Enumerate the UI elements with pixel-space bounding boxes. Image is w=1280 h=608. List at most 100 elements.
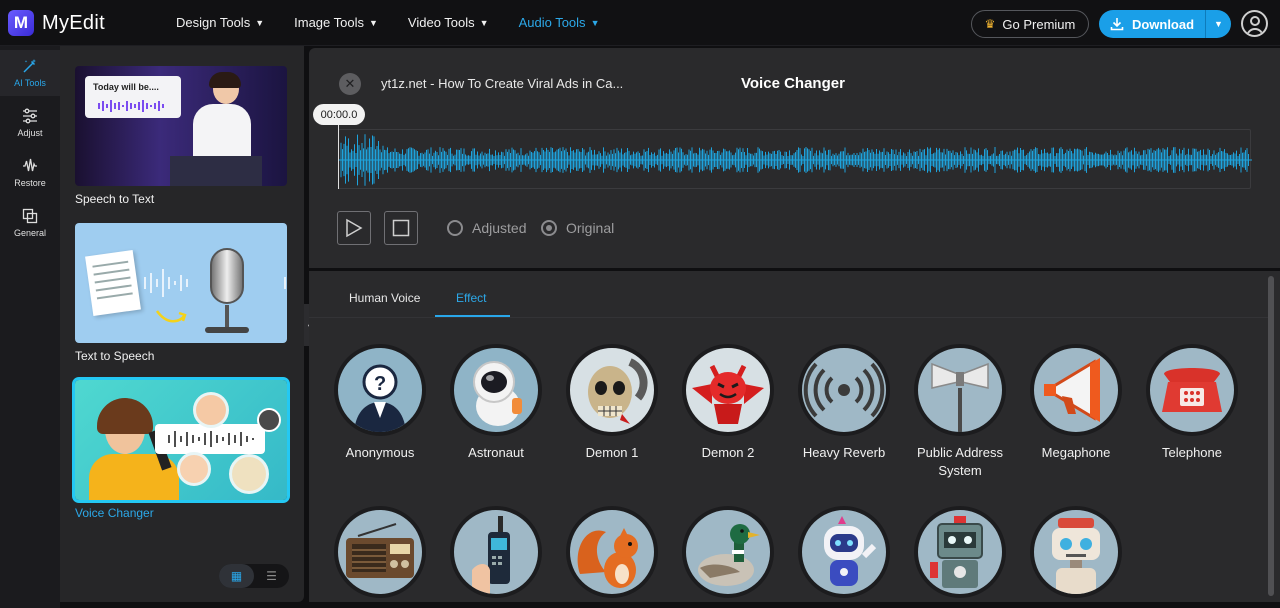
effect-label: Demon 2 (701, 445, 755, 460)
thumb-voice-icon (257, 408, 281, 432)
effect-walkie-talkie[interactable] (441, 506, 551, 606)
radio-icon (334, 506, 426, 598)
effect-label: Public Address System (917, 445, 1003, 478)
radio-original[interactable]: Original (541, 220, 614, 236)
close-icon: ✕ (344, 76, 356, 91)
nav-label: Image Tools (294, 15, 364, 30)
red-devil-icon (682, 344, 774, 436)
close-file-button[interactable]: ✕ (339, 73, 361, 95)
tool-card-speech-to-text[interactable]: Today will be.... Speech to Text (75, 66, 287, 206)
thumb-avatar-3 (229, 454, 269, 494)
effect-squirrel[interactable] (557, 506, 667, 606)
file-name: yt1z.net - How To Create Viral Ads in Ca… (381, 76, 624, 91)
app-logo[interactable]: M MyEdit (8, 10, 105, 36)
chevron-down-icon: ▼ (255, 17, 265, 28)
app-name: MyEdit (42, 11, 105, 34)
play-button[interactable] (337, 211, 371, 245)
rail-label: Restore (14, 178, 46, 188)
skull-icon (566, 344, 658, 436)
tool-category-rail: AI Tools Adjust Restore General (0, 46, 60, 608)
effect-megaphone[interactable]: Megaphone (1021, 344, 1131, 462)
play-icon (346, 218, 363, 238)
grid-view-button[interactable]: ▦ (219, 564, 254, 588)
thumb-wave-card (155, 424, 265, 454)
robot-2-icon (914, 506, 1006, 598)
nav-design-tools[interactable]: Design Tools ▼ (176, 15, 264, 30)
tabs-divider (309, 317, 1272, 318)
nav-label: Design Tools (176, 15, 251, 30)
playhead-line[interactable] (338, 125, 339, 189)
effect-radio[interactable] (325, 506, 435, 606)
effect-astronaut[interactable]: Astronaut (441, 344, 551, 462)
radio-adjusted[interactable]: Adjusted (447, 220, 526, 236)
thumb-mic-base (205, 327, 249, 333)
thumb-avatar-1 (193, 392, 229, 428)
nav-audio-tools[interactable]: Audio Tools ▼ (519, 15, 600, 30)
waveform-track[interactable] (338, 129, 1252, 189)
nav-video-tools[interactable]: Video Tools ▼ (408, 15, 489, 30)
view-mode-toggle: ▦ ☰ (219, 564, 289, 588)
rail-item-general[interactable]: General (0, 200, 60, 246)
nav-label: Audio Tools (518, 15, 586, 30)
nav-label: Video Tools (407, 15, 475, 30)
download-label: Download (1131, 16, 1195, 32)
chevron-down-icon: ▼ (479, 17, 489, 28)
download-button[interactable]: Download (1099, 10, 1205, 38)
rail-item-ai-tools[interactable]: AI Tools (0, 50, 60, 96)
sliders-icon (23, 108, 37, 124)
effect-demon-1[interactable]: Demon 1 (557, 344, 667, 462)
magic-wand-icon (23, 59, 36, 73)
effect-demon-2[interactable]: Demon 2 (673, 344, 783, 462)
list-view-button[interactable]: ☰ (254, 564, 289, 588)
tab-effect[interactable]: Effect (456, 291, 486, 305)
grid-icon: ▦ (230, 569, 243, 583)
effect-label: Megaphone (1041, 445, 1111, 460)
robot-3-icon (1030, 506, 1122, 598)
thumb-person-hair (209, 72, 241, 88)
thumb-arrow-icon (155, 310, 187, 323)
layers-icon (22, 208, 38, 224)
effect-public-address-system[interactable]: Public Address System (905, 344, 1015, 480)
go-premium-button[interactable]: ♛ Go Premium (971, 10, 1089, 38)
tab-human-voice[interactable]: Human Voice (349, 291, 420, 305)
main-nav: Design Tools ▼ Image Tools ▼ Video Tools ▼ … (176, 15, 599, 30)
megaphone-icon (1030, 344, 1122, 436)
effect-robot[interactable] (789, 506, 899, 606)
thumb-woman-hair (97, 398, 153, 434)
effect-robot-2[interactable] (905, 506, 1015, 606)
effect-label: Astronaut (468, 445, 524, 460)
effect-label: Heavy Reverb (802, 445, 886, 460)
effect-telephone[interactable]: Telephone (1137, 344, 1247, 462)
nav-image-tools[interactable]: Image Tools ▼ (294, 15, 378, 30)
download-options-dropdown[interactable]: ▼ (1205, 10, 1231, 38)
premium-label: Go Premium (1002, 16, 1076, 32)
rail-item-restore[interactable]: Restore (0, 150, 60, 196)
effect-heavy-reverb[interactable]: Heavy Reverb (789, 344, 899, 462)
squirrel-icon (566, 506, 658, 598)
anonymous-icon: ? (334, 344, 426, 436)
avatar-body-shape (1246, 28, 1264, 35)
rail-label: General (13, 228, 47, 238)
rail-item-adjust[interactable]: Adjust (0, 100, 60, 146)
tool-label: Voice Changer (75, 506, 154, 520)
user-avatar[interactable] (1241, 10, 1268, 37)
astronaut-icon (450, 344, 542, 436)
effect-anonymous[interactable]: ? Anonymous (325, 344, 435, 462)
thumb-mic-stand (225, 305, 229, 327)
playhead-time[interactable]: 00:00.0 (313, 104, 365, 125)
effect-label: Anonymous (345, 445, 415, 460)
effects-scrollbar[interactable] (1268, 276, 1274, 596)
effect-robot-3[interactable] (1021, 506, 1131, 606)
tool-card-text-to-speech[interactable]: Text to Speech (75, 223, 287, 363)
waveform-icon (23, 158, 37, 172)
effect-duck[interactable] (673, 506, 783, 606)
loudspeaker-icon (914, 344, 1006, 436)
ai-tools-panel: Today will be.... Speech to Text Text to… (60, 46, 304, 602)
thumb-wave-icon (98, 100, 164, 112)
audio-waveform (339, 134, 1252, 186)
rail-label: Adjust (17, 128, 43, 138)
tool-card-voice-changer[interactable]: Voice Changer (72, 377, 290, 520)
stop-button[interactable] (384, 211, 418, 245)
download-icon (1110, 18, 1124, 31)
radio-label: Adjusted (472, 220, 527, 236)
